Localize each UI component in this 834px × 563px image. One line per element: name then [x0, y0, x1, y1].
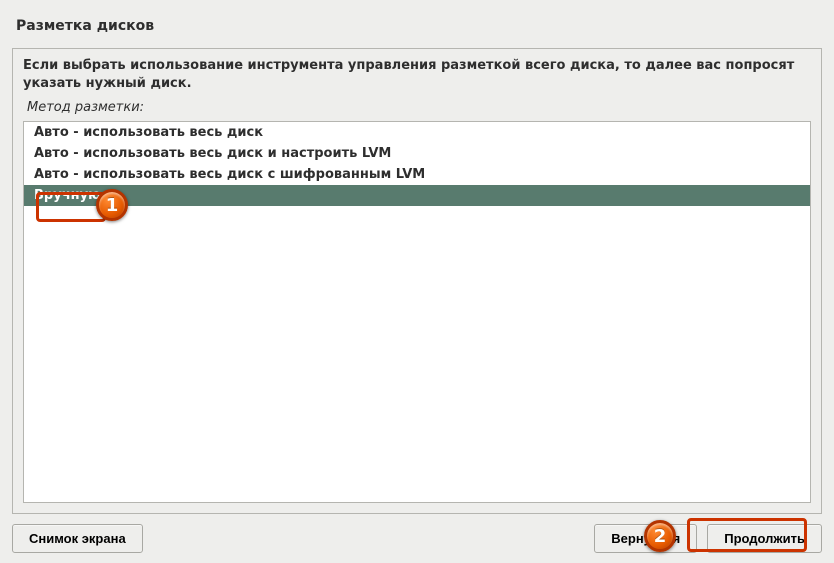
partitioning-window: Разметка дисков Если выбрать использован… [0, 0, 834, 563]
method-label: Метод разметки: [13, 96, 821, 119]
back-button[interactable]: Вернуться [594, 524, 697, 553]
screenshot-button[interactable]: Снимок экрана [12, 524, 143, 553]
method-list: Авто - использовать весь диск Авто - исп… [23, 121, 811, 503]
method-option-auto-whole[interactable]: Авто - использовать весь диск [24, 122, 810, 143]
window-title: Разметка дисков [12, 10, 822, 48]
spacer [153, 524, 585, 553]
main-frame: Если выбрать использование инструмента у… [12, 48, 822, 514]
continue-button[interactable]: Продолжить [707, 524, 822, 553]
method-option-auto-crypt-lvm[interactable]: Авто - использовать весь диск с шифрован… [24, 164, 810, 185]
method-option-manual[interactable]: Вручную [24, 185, 810, 206]
instruction-text: Если выбрать использование инструмента у… [13, 49, 821, 96]
button-row: Снимок экрана Вернуться Продолжить [12, 514, 822, 553]
method-option-auto-lvm[interactable]: Авто - использовать весь диск и настроит… [24, 143, 810, 164]
